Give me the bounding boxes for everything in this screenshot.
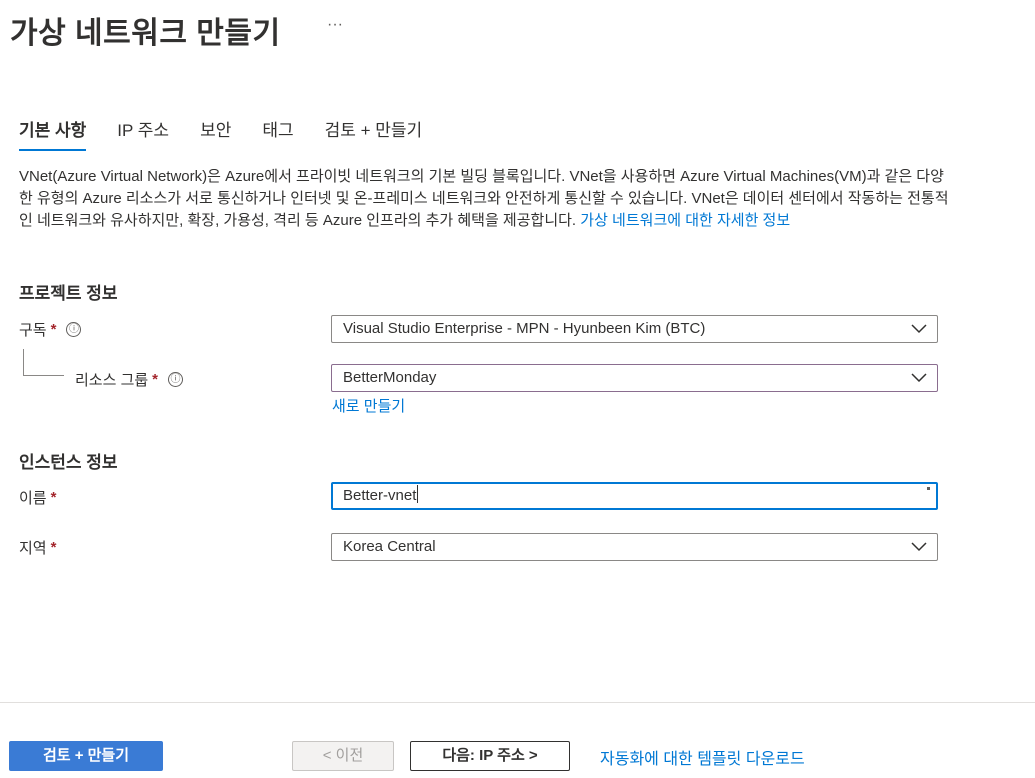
instance-details-heading: 인스턴스 정보 xyxy=(19,453,118,472)
next-button[interactable]: 다음: IP 주소 > xyxy=(410,741,570,771)
resource-group-label-text: 리소스 그룹 xyxy=(75,372,149,389)
chevron-down-icon xyxy=(911,324,927,334)
tab-basics[interactable]: 기본 사항 xyxy=(19,116,87,151)
chevron-down-icon xyxy=(911,373,927,383)
region-label: 지역 * xyxy=(19,537,56,558)
resource-group-value: BetterMonday xyxy=(343,369,437,386)
resource-group-dropdown[interactable]: BetterMonday xyxy=(331,364,938,392)
info-icon[interactable]: ⓘ xyxy=(168,372,184,387)
learn-more-link[interactable]: 가상 네트워크에 대한 자세한 정보 xyxy=(580,212,790,229)
footer-divider xyxy=(0,702,1035,703)
resize-handle xyxy=(927,487,930,490)
name-value: Better-vnet xyxy=(343,487,417,504)
name-label: 이름 * xyxy=(19,487,56,508)
resource-group-label: 리소스 그룹 * ⓘ xyxy=(75,369,184,390)
required-marker: * xyxy=(50,539,57,556)
region-value: Korea Central xyxy=(343,538,436,555)
text-caret xyxy=(417,485,419,503)
review-create-button[interactable]: 검토 + 만들기 xyxy=(9,741,163,771)
chevron-down-icon xyxy=(911,542,927,552)
info-icon[interactable]: ⓘ xyxy=(66,322,82,337)
subscription-label-text: 구독 xyxy=(19,322,47,339)
required-marker: * xyxy=(50,489,57,506)
required-marker: * xyxy=(50,321,57,338)
description: VNet(Azure Virtual Network)은 Azure에서 프라이… xyxy=(19,166,949,232)
required-marker: * xyxy=(152,371,159,388)
tree-connector xyxy=(23,349,64,376)
project-details-heading: 프로젝트 정보 xyxy=(19,284,118,303)
tab-security[interactable]: 보안 xyxy=(200,116,231,151)
create-new-resource-group-link[interactable]: 새로 만들기 xyxy=(332,395,405,416)
tab-tags[interactable]: 태그 xyxy=(262,116,293,151)
previous-button[interactable]: < 이전 xyxy=(292,741,394,771)
name-input[interactable]: Better-vnet xyxy=(331,482,938,510)
download-template-link[interactable]: 자동화에 대한 템플릿 다운로드 xyxy=(600,745,805,769)
description-text: VNet(Azure Virtual Network)은 Azure에서 프라이… xyxy=(19,168,949,229)
tab-bar: 기본 사항 IP 주소 보안 태그 검토 + 만들기 xyxy=(19,116,453,151)
page-title: 가상 네트워크 만들기 xyxy=(10,17,281,50)
subscription-value: Visual Studio Enterprise - MPN - Hyunbee… xyxy=(343,320,706,337)
region-label-text: 지역 xyxy=(19,540,47,557)
region-dropdown[interactable]: Korea Central xyxy=(331,533,938,561)
subscription-label: 구독 * ⓘ xyxy=(19,319,82,340)
more-options-button[interactable]: ··· xyxy=(327,16,343,34)
tab-ip-addresses[interactable]: IP 주소 xyxy=(117,116,169,151)
name-label-text: 이름 xyxy=(19,490,47,507)
tab-review-create[interactable]: 검토 + 만들기 xyxy=(325,116,423,151)
subscription-dropdown[interactable]: Visual Studio Enterprise - MPN - Hyunbee… xyxy=(331,315,938,343)
